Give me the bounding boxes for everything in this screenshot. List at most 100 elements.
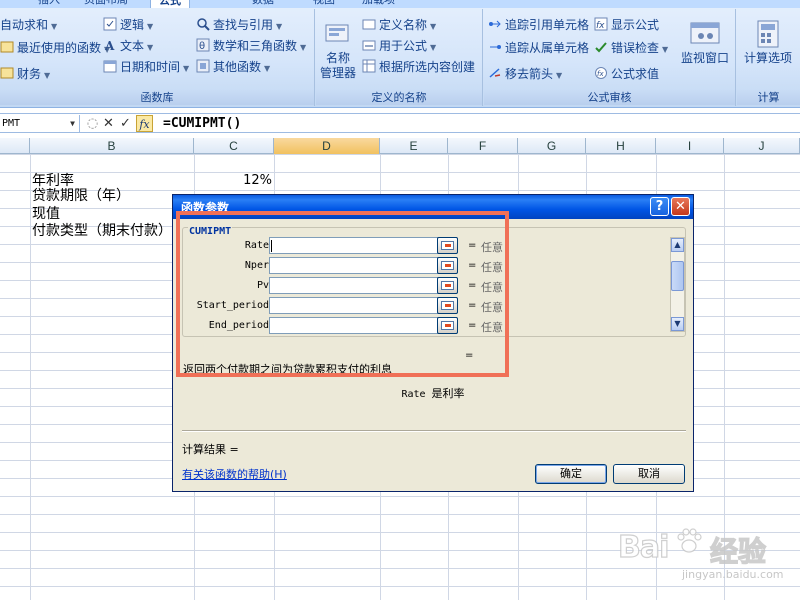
baidu-jingyan-watermark: Bai 经验 jingyan.baidu.com bbox=[617, 520, 788, 590]
chevron-down-icon: ▼ bbox=[430, 22, 437, 31]
column-header-g[interactable]: G bbox=[518, 138, 586, 154]
name-box[interactable]: PMT ▼ bbox=[0, 115, 80, 132]
column-header-h[interactable]: H bbox=[586, 138, 656, 154]
logical-button[interactable]: 逻辑 ▼ bbox=[103, 15, 153, 35]
watch-window-button[interactable]: 监视窗口 bbox=[678, 19, 732, 66]
define-name-button[interactable]: 定义名称 ▼ bbox=[362, 15, 436, 35]
watch-window-label: 监视窗口 bbox=[680, 51, 729, 65]
chevron-down-icon: ▼ bbox=[264, 64, 271, 73]
use-in-formula-button[interactable]: 用于公式 ▼ bbox=[362, 36, 436, 56]
error-checking-button[interactable]: 错误检查 ▼ bbox=[594, 38, 668, 58]
remove-arrows-button[interactable]: 移去箭头 ▼ bbox=[488, 64, 562, 84]
text-functions-label: 文本 bbox=[120, 39, 145, 53]
lookup-label: 查找与引用 bbox=[213, 18, 274, 32]
function-library-group: 自动求和 ▼ 最近使用的函数 ▼ 财务 ▼ 逻辑 ▼ A 文本 ▼ 日期和时间 ▼ 查找与引用… bbox=[0, 9, 315, 106]
defined-names-label: 定义的名称 bbox=[316, 90, 482, 105]
more-functions-icon bbox=[196, 59, 210, 73]
text-functions-button[interactable]: A 文本 ▼ bbox=[103, 36, 153, 56]
logical-icon bbox=[103, 17, 117, 31]
formula-bar-grip-icon: ◌ bbox=[86, 116, 99, 131]
lookup-icon bbox=[196, 17, 210, 31]
show-formulas-button[interactable]: fx 显示公式 bbox=[594, 15, 659, 35]
name-manager-button[interactable]: 名称 管理器 bbox=[318, 19, 358, 81]
argument-description-text: 是利率 bbox=[431, 387, 465, 400]
column-header-a[interactable] bbox=[0, 138, 30, 154]
ok-button[interactable]: 确定 bbox=[535, 464, 607, 484]
recent-icon bbox=[0, 40, 14, 54]
cell-b-term-label[interactable]: 贷款期限（年） bbox=[32, 187, 130, 205]
formula-input[interactable]: =CUMIPMT() bbox=[163, 114, 241, 133]
watermark-brand-cn: 经验 bbox=[709, 534, 767, 568]
chevron-down-icon: ▼ bbox=[430, 43, 437, 52]
chevron-down-icon[interactable]: ▼ bbox=[70, 115, 75, 132]
evaluate-formula-button[interactable]: fx 公式求值 bbox=[594, 64, 659, 84]
tab-insert[interactable]: 插入 bbox=[38, 0, 60, 8]
formula-auditing-group: 追踪引用单元格 追踪从属单元格 移去箭头 ▼ fx 显示公式 错误检查 ▼ fx 公式求… bbox=[484, 9, 736, 106]
math-button[interactable]: θ 数学和三角函数 ▼ bbox=[196, 36, 306, 56]
trace-dependents-button[interactable]: 追踪从属单元格 bbox=[488, 38, 589, 58]
scroll-up-icon[interactable]: ▲ bbox=[671, 238, 684, 252]
close-icon[interactable]: ✕ bbox=[671, 197, 690, 216]
arguments-scrollbar[interactable]: ▲ ▼ bbox=[670, 237, 685, 332]
chevron-down-icon: ▼ bbox=[183, 64, 190, 73]
tab-view[interactable]: 视图 bbox=[313, 0, 335, 8]
help-question-icon[interactable]: ? bbox=[650, 197, 669, 216]
cell-b-type-label[interactable]: 付款类型（期末付款） bbox=[32, 222, 172, 240]
name-manager-label: 名称 管理器 bbox=[319, 51, 356, 80]
calculation-options-button[interactable]: 计算选项 bbox=[739, 19, 797, 66]
logical-label: 逻辑 bbox=[120, 18, 145, 32]
function-help-link[interactable]: 有关该函数的帮助(H) bbox=[182, 466, 287, 482]
column-header-c[interactable]: C bbox=[194, 138, 274, 154]
calculation-result: 计算结果 = bbox=[182, 443, 239, 456]
tab-data[interactable]: 数据 bbox=[252, 0, 274, 8]
trace-precedents-button[interactable]: 追踪引用单元格 bbox=[488, 15, 589, 35]
insert-function-icon[interactable]: fx bbox=[136, 115, 153, 132]
ribbon: 自动求和 ▼ 最近使用的函数 ▼ 财务 ▼ 逻辑 ▼ A 文本 ▼ 日期和时间 ▼ 查找与引用… bbox=[0, 8, 800, 108]
cancel-button[interactable]: 取消 bbox=[613, 464, 685, 484]
tab-formulas[interactable]: 公式 bbox=[150, 0, 190, 8]
chevron-down-icon: ▼ bbox=[662, 45, 669, 54]
math-label: 数学和三角函数 bbox=[213, 39, 298, 53]
tab-page-layout[interactable]: 页面布局 bbox=[84, 0, 128, 8]
column-header-i[interactable]: I bbox=[656, 138, 724, 154]
column-header-j[interactable]: J bbox=[724, 138, 800, 154]
cell-c-rate-value[interactable]: 12% bbox=[196, 172, 272, 190]
more-functions-button[interactable]: 其他函数 ▼ bbox=[196, 57, 270, 77]
create-from-selection-button[interactable]: 根据所选内容创建 bbox=[362, 57, 475, 77]
divider bbox=[182, 430, 686, 432]
watermark-brand: Bai bbox=[617, 529, 670, 565]
calculation-label: 计算 bbox=[737, 90, 800, 105]
autosum-button[interactable]: 自动求和 ▼ bbox=[0, 15, 57, 35]
chevron-down-icon: ▼ bbox=[556, 71, 563, 80]
lookup-button[interactable]: 查找与引用 ▼ bbox=[196, 15, 282, 35]
column-header-e[interactable]: E bbox=[380, 138, 448, 154]
svg-text:fx: fx bbox=[596, 21, 605, 31]
remove-arrows-icon bbox=[488, 66, 502, 80]
text-icon: A bbox=[103, 38, 117, 53]
recent-functions-button[interactable]: 最近使用的函数 ▼ bbox=[0, 38, 110, 58]
trace-precedents-label: 追踪引用单元格 bbox=[505, 18, 590, 32]
calculator-icon bbox=[752, 19, 784, 49]
create-from-selection-label: 根据所选内容创建 bbox=[379, 60, 476, 74]
name-manager-icon bbox=[322, 19, 354, 49]
watermark-url: jingyan.baidu.com bbox=[682, 568, 784, 581]
chevron-down-icon: ▼ bbox=[147, 22, 154, 31]
column-header-d[interactable]: D bbox=[274, 138, 380, 154]
column-header-b[interactable]: B bbox=[30, 138, 194, 154]
scroll-down-icon[interactable]: ▼ bbox=[671, 317, 684, 331]
chevron-down-icon: ▼ bbox=[147, 43, 154, 52]
cancel-entry-icon[interactable]: ✕ bbox=[100, 115, 117, 132]
chevron-down-icon: ▼ bbox=[51, 22, 58, 31]
datetime-button[interactable]: 日期和时间 ▼ bbox=[103, 57, 189, 77]
cell-b-pv-label[interactable]: 现值 bbox=[32, 205, 60, 223]
use-in-formula-label: 用于公式 bbox=[379, 39, 428, 53]
tab-addins[interactable]: 加载项 bbox=[362, 0, 395, 8]
scrollbar-thumb[interactable] bbox=[671, 261, 684, 291]
financial-button[interactable]: 财务 ▼ bbox=[0, 64, 50, 84]
calculation-options-label: 计算选项 bbox=[743, 51, 792, 65]
svg-text:A: A bbox=[104, 39, 115, 52]
column-header-f[interactable]: F bbox=[448, 138, 518, 154]
confirm-entry-icon[interactable]: ✓ bbox=[117, 115, 134, 132]
chevron-down-icon: ▼ bbox=[300, 43, 307, 52]
create-from-selection-icon bbox=[362, 59, 376, 73]
